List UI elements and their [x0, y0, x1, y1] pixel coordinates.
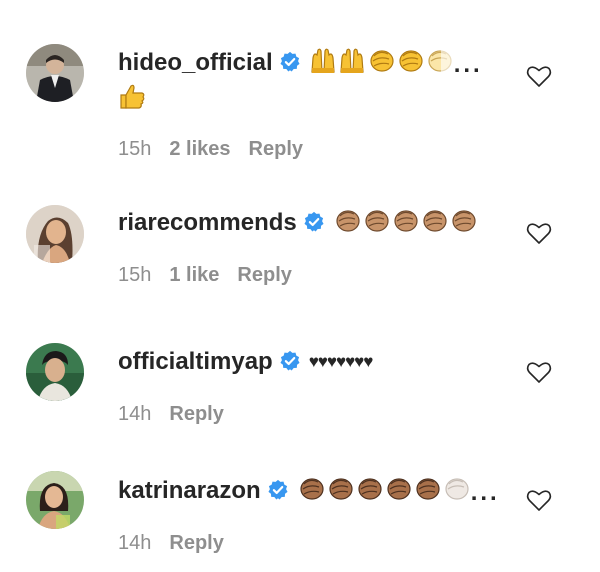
reply-button[interactable]: Reply	[169, 403, 223, 425]
comment-text-line: riarecommends	[118, 206, 530, 240]
comment-item: riarecommends 15h 1 like Reply	[0, 205, 600, 295]
emoji-clapping-hands-dark	[355, 477, 384, 504]
avatar-image	[26, 44, 84, 102]
avatar-image	[26, 471, 84, 529]
verified-badge-icon	[304, 211, 324, 232]
emoji-clapping-hands-dark	[297, 477, 326, 504]
reply-button[interactable]: Reply	[237, 264, 291, 286]
username-link[interactable]: officialtimyap	[118, 348, 273, 375]
emoji-clapping-hands-medium	[391, 209, 420, 236]
username-link[interactable]: hideo_official	[118, 49, 273, 76]
verified-badge-icon	[280, 51, 300, 72]
avatar-image	[26, 343, 84, 401]
comment-item: hideo_official... 15h 2 likes Reply	[0, 44, 600, 169]
like-heart-icon[interactable]	[526, 64, 552, 88]
comment-timestamp: 14h	[118, 403, 152, 425]
emoji-clapping-hands-medium	[449, 209, 478, 236]
avatar[interactable]	[26, 343, 84, 401]
comment-meta: 14h Reply	[118, 403, 242, 426]
comment-meta: 14h Reply	[118, 532, 242, 555]
comment-timestamp: 15h	[118, 264, 152, 286]
verified-badge-icon	[280, 350, 300, 371]
comment-item: katrinarazon... 14h Reply	[0, 471, 600, 566]
likes-count-link[interactable]: 2 likes	[169, 138, 230, 160]
comment-text-line: katrinarazon...	[118, 474, 530, 510]
avatar[interactable]	[26, 44, 84, 102]
username-link[interactable]: katrinarazon	[118, 477, 261, 504]
like-heart-icon[interactable]	[526, 221, 552, 245]
truncation-ellipsis: ...	[470, 479, 500, 506]
emoji-clapping-hands-dark	[326, 477, 355, 504]
emoji-clapping-hands	[396, 49, 425, 76]
avatar[interactable]	[26, 205, 84, 263]
comment-text-line: hideo_official...	[118, 46, 530, 82]
emoji-clapping-hands-medium	[420, 209, 449, 236]
emoji-raising-hands	[309, 48, 338, 76]
avatar[interactable]	[26, 471, 84, 529]
avatar-image	[26, 205, 84, 263]
comment-list: hideo_official... 15h 2 likes Reply riarec…	[0, 0, 600, 572]
comment-body: katrinarazon...	[118, 474, 530, 510]
emoji-clapping-hands-faded	[442, 477, 471, 504]
reply-button[interactable]: Reply	[249, 138, 303, 160]
like-heart-icon[interactable]	[526, 360, 552, 384]
comment-timestamp: 14h	[118, 532, 152, 554]
emoji-raising-hands	[338, 48, 367, 76]
comment-timestamp: 15h	[118, 138, 152, 160]
username-link[interactable]: riarecommends	[118, 209, 297, 236]
likes-count-link[interactable]: 1 like	[169, 264, 219, 286]
truncation-ellipsis: ...	[453, 51, 483, 78]
emoji-clapping-hands-faded	[425, 46, 454, 76]
verified-badge-icon	[268, 479, 288, 500]
comment-item: officialtimyap ♥♥♥♥♥♥♥ 14h Reply	[0, 343, 600, 433]
comment-body: officialtimyap ♥♥♥♥♥♥♥	[118, 345, 530, 379]
comment-body: hideo_official...	[118, 46, 530, 116]
emoji-clapping-hands-dark	[413, 477, 442, 504]
comment-text-line	[118, 82, 530, 116]
reply-button[interactable]: Reply	[169, 532, 223, 554]
comment-body: riarecommends	[118, 206, 530, 240]
comment-meta: 15h 1 like Reply	[118, 264, 310, 287]
emoji-clapping-hands	[367, 49, 396, 76]
emoji-clapping-hands-medium	[362, 209, 391, 236]
emoji-thumbs-up	[118, 84, 147, 112]
emoji-clapping-hands-medium	[333, 209, 362, 236]
emoji-clapping-hands-dark	[384, 477, 413, 504]
like-heart-icon[interactable]	[526, 488, 552, 512]
hearts-emoji-text: ♥♥♥♥♥♥♥	[308, 352, 374, 371]
comment-meta: 15h 2 likes Reply	[118, 138, 321, 161]
comment-text-line: officialtimyap ♥♥♥♥♥♥♥	[118, 345, 530, 379]
